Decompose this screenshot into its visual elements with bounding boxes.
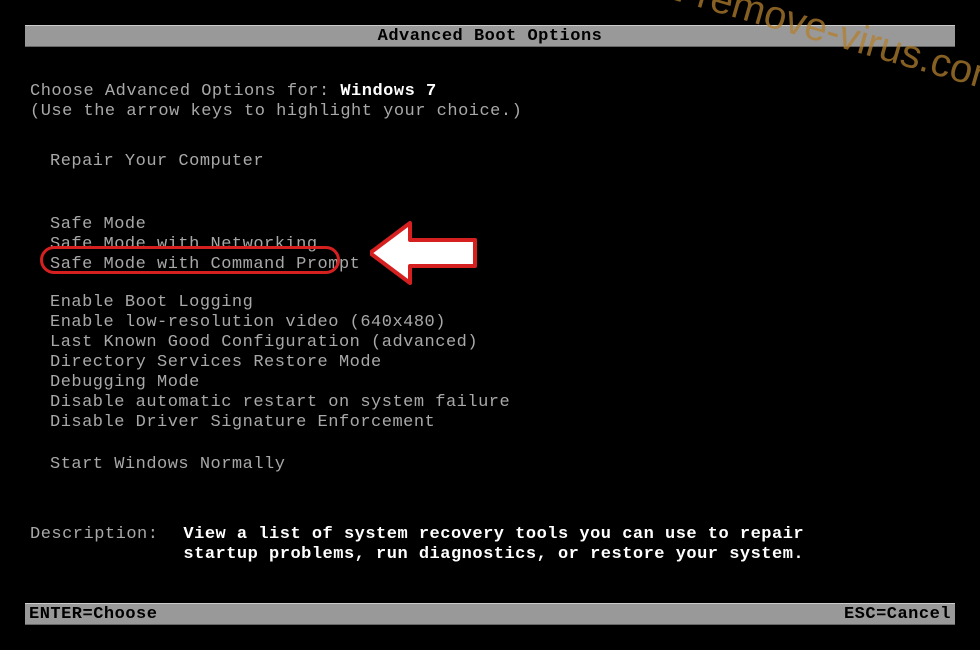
option-group-misc: Enable Boot Logging Enable low-resolutio… [50, 293, 510, 433]
description-label: Description: [30, 525, 158, 565]
option-debugging-mode[interactable]: Debugging Mode [50, 373, 510, 393]
option-group-repair: Repair Your Computer [50, 152, 264, 172]
option-group-start: Start Windows Normally [50, 455, 285, 475]
os-name: Windows 7 [340, 82, 436, 101]
footer-esc-hint: ESC=Cancel [844, 605, 951, 624]
footer-enter-hint: ENTER=Choose [29, 605, 157, 624]
option-safe-mode[interactable]: Safe Mode [50, 215, 360, 235]
option-enable-boot-logging[interactable]: Enable Boot Logging [50, 293, 510, 313]
option-safe-mode-command-prompt[interactable]: Safe Mode with Command Prompt [50, 255, 360, 275]
choose-prefix: Choose Advanced Options for: [30, 82, 340, 101]
option-repair-your-computer[interactable]: Repair Your Computer [50, 152, 264, 172]
option-ds-restore-mode[interactable]: Directory Services Restore Mode [50, 353, 510, 373]
hint-line: (Use the arrow keys to highlight your ch… [30, 102, 522, 121]
watermark-text: 2-remove-virus.com [658, 0, 980, 103]
footer-bar: ENTER=Choose ESC=Cancel [25, 603, 955, 625]
option-start-windows-normally[interactable]: Start Windows Normally [50, 455, 285, 475]
option-disable-auto-restart[interactable]: Disable automatic restart on system fail… [50, 393, 510, 413]
option-disable-driver-sig[interactable]: Disable Driver Signature Enforcement [50, 413, 510, 433]
option-last-known-good[interactable]: Last Known Good Configuration (advanced) [50, 333, 510, 353]
description-line-2: startup problems, run diagnostics, or re… [183, 545, 804, 565]
annotation-arrow-icon [370, 218, 480, 288]
title-text: Advanced Boot Options [378, 27, 603, 46]
choose-line: Choose Advanced Options for: Windows 7 [30, 82, 437, 101]
option-safe-mode-networking[interactable]: Safe Mode with Networking [50, 235, 360, 255]
option-low-res-video[interactable]: Enable low-resolution video (640x480) [50, 313, 510, 333]
description-line-1: View a list of system recovery tools you… [183, 525, 804, 545]
description-text: View a list of system recovery tools you… [183, 525, 804, 565]
description-section: Description: View a list of system recov… [30, 525, 950, 565]
option-group-safe: Safe Mode Safe Mode with Networking Safe… [50, 215, 360, 275]
